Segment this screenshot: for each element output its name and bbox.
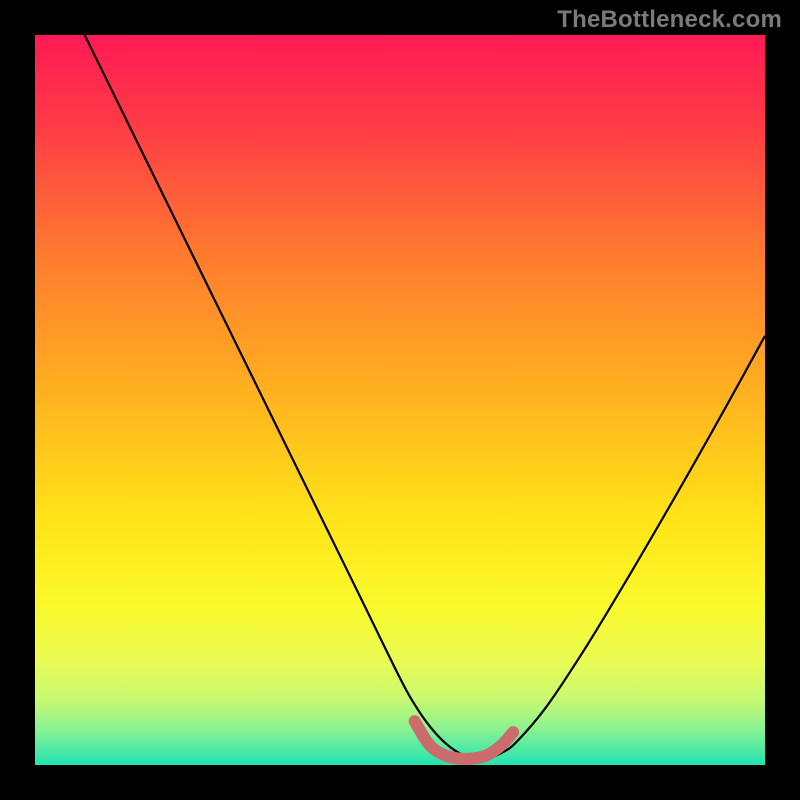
chart-plot-area — [35, 35, 765, 765]
watermark-text: TheBottleneck.com — [557, 6, 782, 34]
chart-svg — [35, 35, 765, 765]
gradient-background — [35, 35, 765, 765]
chart-frame: TheBottleneck.com — [0, 0, 800, 800]
